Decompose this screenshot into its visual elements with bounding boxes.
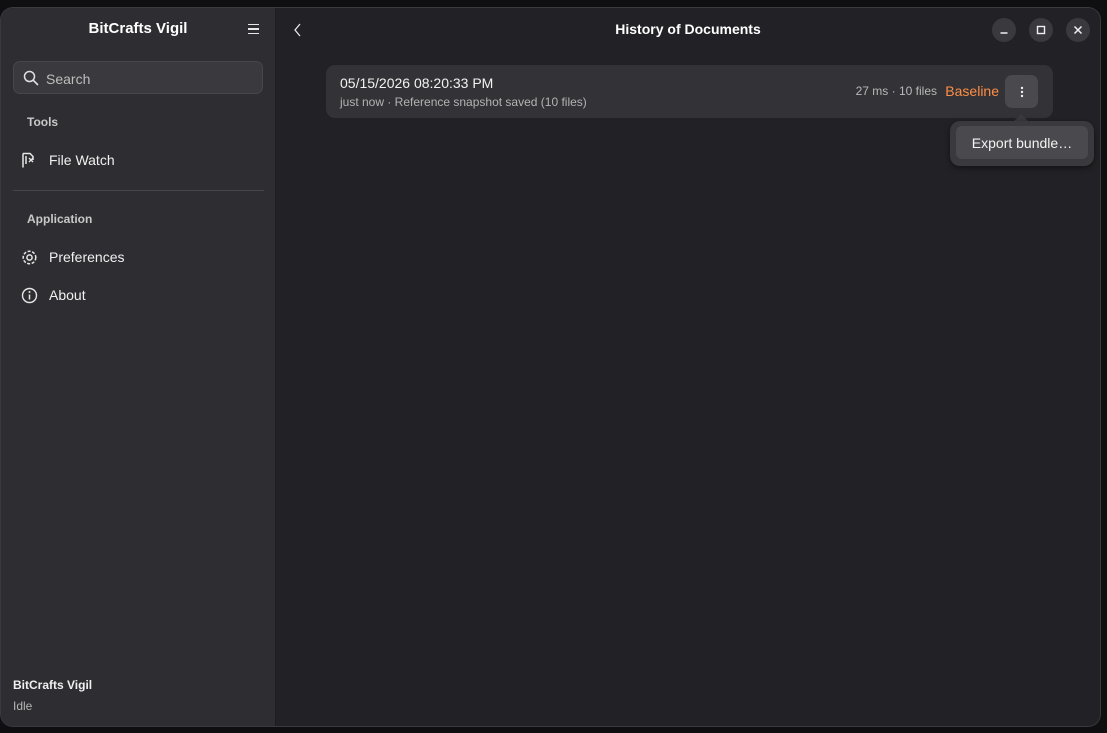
info-icon [20,286,38,304]
close-icon [1073,25,1083,35]
row-menu-button[interactable] [1005,75,1038,108]
sidebar-title: BitCrafts Vigil [88,20,188,37]
sidebar-item-file-watch[interactable]: File Watch [13,143,263,177]
menu-item-export-bundle[interactable]: Export bundle… [956,126,1088,159]
section-label-application: Application [27,212,93,226]
footer-app-name: BitCrafts Vigil [13,678,93,692]
snapshot-date: 05/15/2026 08:20:33 PM [340,75,494,91]
gear-icon [20,248,38,266]
snapshot-subtitle: just now · Reference snapshot saved (10 … [340,95,587,109]
sidebar-item-label: Preferences [49,249,125,265]
sidebar-item-about[interactable]: About [13,278,263,312]
row-context-menu: Export bundle… [950,121,1094,166]
minimize-icon [1000,32,1008,34]
sidebar-item-preferences[interactable]: Preferences [13,240,263,274]
sidebar-item-label: About [49,287,86,303]
status-text: Idle [13,699,33,713]
app-window: BitCrafts Vigil Tools File [1,8,1100,726]
more-vertical-icon [1020,86,1023,97]
search-icon [23,70,39,86]
file-watch-icon [20,151,38,169]
maximize-icon [1036,25,1046,35]
sidebar-item-label: File Watch [49,152,115,168]
content-area: History of Documents 05/15/2026 08:20:33… [276,8,1100,726]
history-row[interactable]: 05/15/2026 08:20:33 PM just now · Refere… [326,65,1053,118]
search-box[interactable] [13,61,263,95]
baseline-badge: Baseline [945,83,999,99]
section-label-tools: Tools [27,115,59,129]
minimize-button[interactable] [992,18,1016,42]
main-menu-button[interactable] [245,21,261,37]
snapshot-meta: 27 ms · 10 files [855,84,937,98]
maximize-button[interactable] [1029,18,1053,42]
hamburger-icon [247,23,259,26]
sidebar-divider [13,190,264,191]
page-title: History of Documents [615,21,761,37]
search-input[interactable] [44,62,258,95]
sidebar: BitCrafts Vigil Tools File [1,8,276,726]
close-button[interactable] [1066,18,1090,42]
